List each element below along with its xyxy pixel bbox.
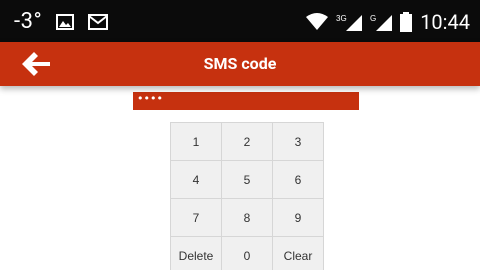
status-left: -3° [14, 8, 109, 36]
svg-text:G: G [370, 14, 376, 23]
mail-icon [88, 14, 109, 30]
key-6[interactable]: 6 [273, 161, 323, 198]
keypad: 1 2 3 4 5 6 7 8 9 Delete 0 Clear [170, 122, 324, 270]
page-title: SMS code [203, 54, 277, 73]
app-bar: SMS code [0, 42, 480, 86]
key-0[interactable]: 0 [222, 237, 272, 270]
signal-g-icon: G [370, 13, 393, 31]
signal-3g-icon: 3G [336, 13, 363, 31]
key-4[interactable]: 4 [171, 161, 221, 198]
sms-code-input[interactable]: •••• [133, 92, 359, 110]
key-7[interactable]: 7 [171, 199, 221, 236]
clear-button[interactable]: Clear [273, 237, 323, 270]
key-1[interactable]: 1 [171, 123, 221, 160]
status-right: 3G G 10:44 [306, 8, 470, 36]
battery-icon [400, 12, 413, 32]
image-icon [56, 14, 75, 30]
key-5[interactable]: 5 [222, 161, 272, 198]
wifi-icon [306, 13, 329, 31]
delete-button[interactable]: Delete [171, 237, 221, 270]
temperature-label: -3° [14, 9, 43, 34]
key-2[interactable]: 2 [222, 123, 272, 160]
status-bar: -3° 3G G 10:44 [0, 0, 480, 42]
svg-text:3G: 3G [336, 14, 347, 23]
key-8[interactable]: 8 [222, 199, 272, 236]
key-3[interactable]: 3 [273, 123, 323, 160]
screen: -3° 3G G 10:44 SMS code •••• 1 2 3 4 5 6… [0, 0, 480, 270]
clock-time: 10:44 [420, 10, 470, 34]
key-9[interactable]: 9 [273, 199, 323, 236]
